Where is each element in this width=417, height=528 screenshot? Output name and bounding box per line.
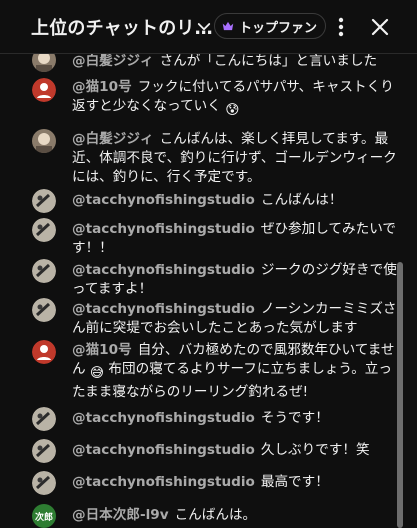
message-author[interactable]: @tacchynofishingstudio bbox=[72, 192, 255, 208]
message-author[interactable]: @tacchynofishingstudio bbox=[72, 262, 255, 278]
avatar[interactable]: 次郎 bbox=[32, 504, 56, 528]
avatar[interactable] bbox=[32, 471, 56, 495]
message-text: 最高です！ bbox=[260, 474, 329, 490]
scrollbar-thumb[interactable] bbox=[397, 262, 403, 528]
message-author[interactable]: @tacchynofishingstudio bbox=[72, 221, 255, 237]
message-author[interactable]: @白髪ジジィ bbox=[72, 54, 154, 69]
message-author[interactable]: @猫10号 bbox=[72, 79, 132, 95]
message-text: さんが「こんにちは」と言いました bbox=[159, 54, 378, 69]
avatar[interactable] bbox=[32, 129, 56, 153]
crown-icon bbox=[222, 21, 234, 31]
scrollbar-track[interactable] bbox=[405, 54, 417, 528]
avatar[interactable] bbox=[32, 189, 56, 213]
avatar[interactable] bbox=[32, 439, 56, 463]
avatar[interactable] bbox=[32, 54, 56, 72]
avatar[interactable] bbox=[32, 78, 56, 102]
avatar[interactable] bbox=[32, 340, 56, 364]
top-fan-label: トップファン bbox=[239, 20, 318, 36]
message-author[interactable]: @tacchynofishingstudio bbox=[72, 474, 255, 490]
message-author[interactable]: @白髪ジジィ bbox=[72, 131, 154, 147]
message-author[interactable]: @tacchynofishingstudio bbox=[72, 442, 255, 458]
close-icon[interactable] bbox=[369, 16, 391, 38]
chat-mode-title[interactable]: 上位のチャットのリ… bbox=[31, 14, 213, 40]
message-author[interactable]: @猫10号 bbox=[72, 342, 132, 358]
chat-header: 上位のチャットのリ… トップファン bbox=[0, 0, 417, 54]
sweat-smile-emoji: 😅 bbox=[89, 365, 105, 381]
message-text: こんばんは。 bbox=[174, 507, 257, 523]
kebab-icon[interactable] bbox=[331, 16, 351, 38]
avatar[interactable] bbox=[32, 298, 56, 322]
avatar[interactable] bbox=[32, 407, 56, 431]
message-text: そうです！ bbox=[260, 410, 329, 426]
message-author[interactable]: @tacchynofishingstudio bbox=[72, 301, 255, 317]
chat-feed[interactable]: @白髪ジジィ さんが「こんにちは」と言いました @猫10号 フックに付いてるパサパサ… bbox=[0, 54, 405, 528]
message-author[interactable]: @日本次郎-l9v bbox=[72, 507, 169, 523]
anxious-face-emoji: 😰 bbox=[225, 102, 240, 118]
chevron-down-icon[interactable] bbox=[195, 18, 213, 36]
avatar[interactable] bbox=[32, 218, 56, 242]
message-text: こんばんは！ bbox=[260, 192, 343, 208]
top-fan-badge[interactable]: トップファン bbox=[214, 13, 327, 39]
avatar-initials: 次郎 bbox=[34, 512, 53, 523]
message-author[interactable]: @tacchynofishingstudio bbox=[72, 410, 255, 426]
avatar[interactable] bbox=[32, 259, 56, 283]
message-text-continued: 布団の寝てるよりサーフに立ちましょう。立ったまま寝ながらのリーリング釣れるぜ! bbox=[72, 361, 392, 400]
message-text: 久しぶりです！笑 bbox=[260, 442, 370, 458]
